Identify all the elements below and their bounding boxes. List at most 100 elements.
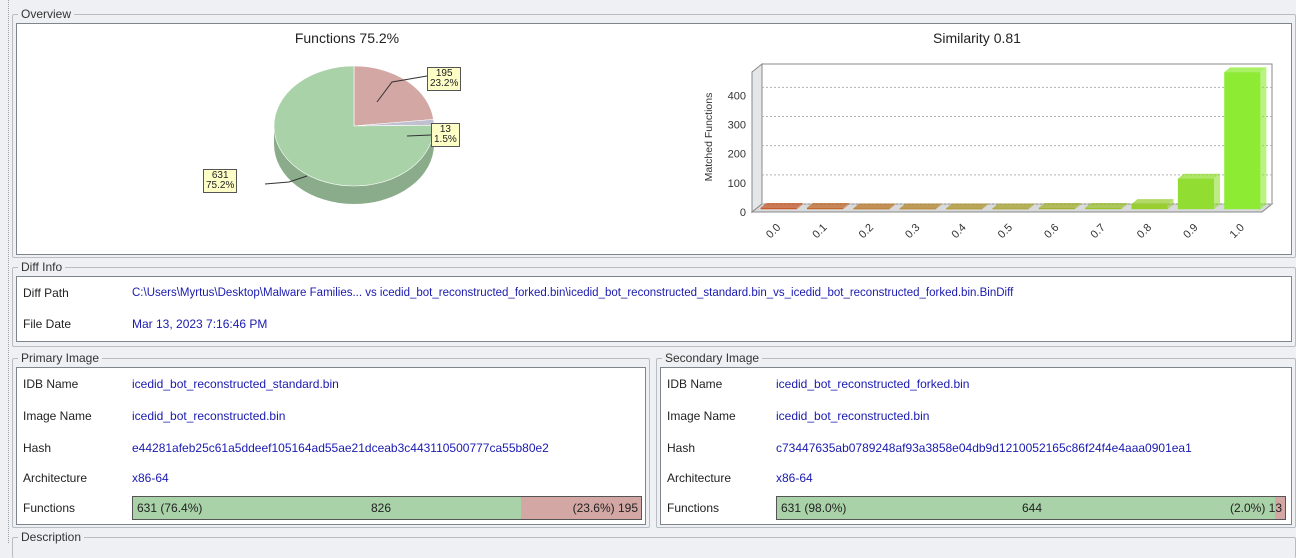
left-border-line xyxy=(8,0,10,543)
callout-13: 13 1.5% xyxy=(431,123,460,147)
file-date-value: Mar 13, 2023 7:16:46 PM xyxy=(132,317,268,331)
secondary-bar-center: 644 xyxy=(1022,501,1043,515)
secondary-arch-row: Architecture x86-64 xyxy=(661,468,1291,488)
bar-side-wall xyxy=(751,62,763,214)
bar-0.8 xyxy=(1131,203,1168,210)
pie-slice-195 xyxy=(353,65,434,127)
secondary-hash-label: Hash xyxy=(667,441,696,455)
diff-path-value: C:\Users\Myrtus\Desktop\Malware Families… xyxy=(132,287,1014,299)
secondary-bar-right: (2.0%) 13 xyxy=(1229,501,1282,515)
callout-631: 631 75.2% xyxy=(203,169,238,193)
bar-xtick-0.0: 0.0 xyxy=(764,222,783,241)
overview-group: Overview Functions 75.2% 195 23.2% 13 1.… xyxy=(12,7,1296,258)
description-group: Description xyxy=(12,530,1296,558)
callout-631-pct: 75.2% xyxy=(206,180,235,191)
primary-image-name-value: icedid_bot_reconstructed.bin xyxy=(132,409,286,423)
secondary-idb-row: IDB Name icedid_bot_reconstructed_forked… xyxy=(661,374,1291,394)
bar-0.0 xyxy=(760,207,797,210)
secondary-image-panel: IDB Name icedid_bot_reconstructed_forked… xyxy=(660,367,1292,525)
secondary-arch-label: Architecture xyxy=(667,471,732,485)
bar-ytick-200: 200 xyxy=(728,149,746,161)
bar-top-0.0 xyxy=(760,202,803,208)
callout-195-pct: 23.2% xyxy=(430,78,459,89)
primary-idb-row: IDB Name icedid_bot_reconstructed_standa… xyxy=(17,374,645,394)
bar-top-0.6 xyxy=(1038,202,1081,208)
diff-info-title: Diff Info xyxy=(18,260,66,274)
primary-image-group: Primary Image IDB Name icedid_bot_recons… xyxy=(12,351,650,528)
bar-top-0.7 xyxy=(1085,202,1128,208)
bar-0.6 xyxy=(1038,207,1075,210)
bar-xtick-0.8: 0.8 xyxy=(1135,222,1154,241)
bar-xtick-0.1: 0.1 xyxy=(810,222,829,241)
primary-hash-row: Hash e44281afeb25c61a5ddeef105164ad55ae2… xyxy=(17,438,645,458)
secondary-idb-label: IDB Name xyxy=(667,377,723,391)
diff-info-panel: Diff Path C:\Users\Myrtus\Desktop\Malwar… xyxy=(16,276,1292,342)
secondary-hash-value: c73447635ab0789248af93a3858e04db9d121005… xyxy=(776,441,1192,455)
bar-side-1.0 xyxy=(1260,67,1267,210)
bar-xtick-0.3: 0.3 xyxy=(903,222,922,241)
primary-arch-label: Architecture xyxy=(23,471,88,485)
primary-image-panel: IDB Name icedid_bot_reconstructed_standa… xyxy=(16,367,646,525)
primary-image-name-label: Image Name xyxy=(23,409,92,423)
diff-path-label: Diff Path xyxy=(23,286,69,300)
primary-image-title: Primary Image xyxy=(18,351,103,365)
functions-pie-chart xyxy=(273,65,435,204)
primary-bar-center: 826 xyxy=(371,501,392,515)
secondary-image-group: Secondary Image IDB Name icedid_bot_reco… xyxy=(656,351,1296,528)
bar-side-0.9 xyxy=(1214,173,1221,210)
diff-info-group: Diff Info Diff Path C:\Users\Myrtus\Desk… xyxy=(12,260,1296,347)
primary-arch-value: x86-64 xyxy=(132,471,169,485)
bar-ytick-0: 0 xyxy=(740,207,746,219)
secondary-functions-label: Functions xyxy=(667,501,720,515)
primary-idb-label: IDB Name xyxy=(23,377,79,391)
bar-top-0.1 xyxy=(806,202,850,208)
primary-bar-right: (23.6%) 195 xyxy=(572,501,638,515)
bar-ytick-300: 300 xyxy=(728,120,746,132)
bar-top-0.9 xyxy=(1177,173,1221,179)
functions-chart-title: Functions 75.2% xyxy=(294,30,400,46)
bar-ytick-400: 400 xyxy=(728,90,746,102)
secondary-image-name-row: Image Name icedid_bot_reconstructed.bin xyxy=(661,406,1291,426)
overview-panel: Functions 75.2% 195 23.2% 13 1.5% 631 75… xyxy=(16,23,1292,255)
primary-hash-value: e44281afeb25c61a5ddeef105164ad55ae21dcea… xyxy=(132,441,549,455)
similarity-bar-chart: 0 100 200 300 400 Matched Functions 0.0 0.1 0.2 0… xyxy=(703,62,1274,241)
primary-bar-left: 631 (76.4%) xyxy=(137,501,203,515)
bar-top-0.4 xyxy=(946,203,989,209)
bar-0.3 xyxy=(899,208,936,210)
bar-0.2 xyxy=(853,208,890,210)
bar-0.4 xyxy=(946,208,983,210)
overview-title: Overview xyxy=(18,7,75,21)
callout-195: 195 23.2% xyxy=(427,67,462,91)
bar-ylabel: Matched Functions xyxy=(703,93,715,182)
secondary-bar-left: 631 (98.0%) xyxy=(781,501,847,515)
bar-xtick-0.9: 0.9 xyxy=(1181,222,1200,241)
bar-0.7 xyxy=(1085,207,1122,210)
description-title: Description xyxy=(18,530,85,544)
bar-0.1 xyxy=(806,207,844,210)
bar-xtick-0.5: 0.5 xyxy=(996,222,1015,241)
bar-xtick-0.6: 0.6 xyxy=(1042,222,1061,241)
secondary-functions-bar: 631 (98.0%) 644 (2.0%) 13 xyxy=(776,496,1286,520)
bar-0.5 xyxy=(992,208,1029,210)
bar-top-1.0 xyxy=(1224,67,1267,73)
diff-path-row: Diff Path C:\Users\Myrtus\Desktop\Malwar… xyxy=(17,283,1291,303)
bar-xtick-1.0: 1.0 xyxy=(1228,222,1247,241)
primary-idb-value: icedid_bot_reconstructed_standard.bin xyxy=(132,377,339,391)
bar-top-0.3 xyxy=(899,203,942,209)
bar-0.9 xyxy=(1177,178,1215,210)
bar-ytick-100: 100 xyxy=(728,178,746,190)
secondary-image-name-value: icedid_bot_reconstructed.bin xyxy=(776,409,930,423)
file-date-row: File Date Mar 13, 2023 7:16:46 PM xyxy=(17,314,1291,334)
bar-1.0 xyxy=(1224,72,1261,210)
bar-top-0.2 xyxy=(853,203,896,209)
bar-xtick-0.7: 0.7 xyxy=(1089,222,1108,241)
primary-hash-label: Hash xyxy=(23,441,52,455)
bar-xtick-0.2: 0.2 xyxy=(857,222,876,241)
primary-arch-row: Architecture x86-64 xyxy=(17,468,645,488)
primary-functions-bar: 631 (76.4%) 826 (23.6%) 195 xyxy=(132,496,642,520)
bar-top-0.5 xyxy=(992,203,1035,209)
similarity-chart-title: Similarity 0.81 xyxy=(933,30,1021,46)
bar-xtick-0.4: 0.4 xyxy=(949,222,968,241)
secondary-image-name-label: Image Name xyxy=(667,409,736,423)
primary-functions-label: Functions xyxy=(23,501,76,515)
